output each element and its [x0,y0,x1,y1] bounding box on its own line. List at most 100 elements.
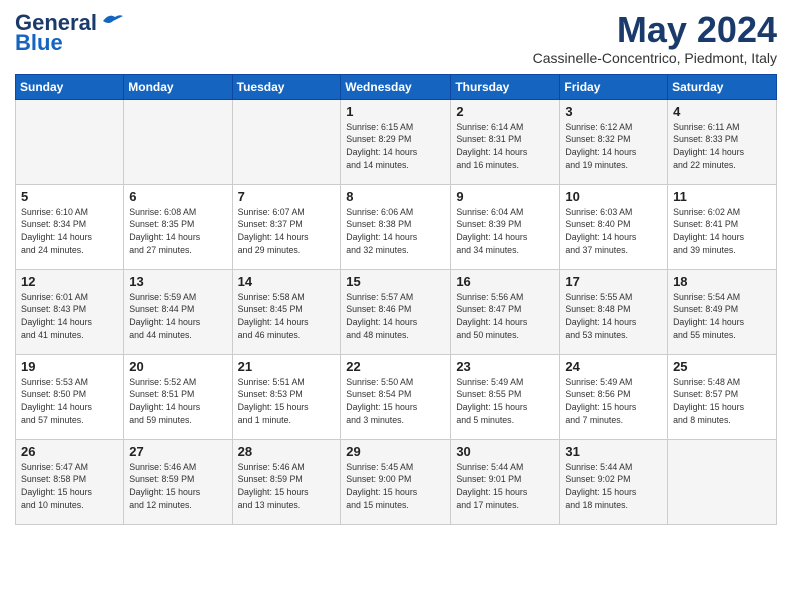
calendar-cell: 17 Sunrise: 5:55 AM Sunset: 8:48 PM Dayli… [560,269,668,354]
calendar-cell: 14Sunrise: 5:58 AM Sunset: 8:45 PM Dayli… [232,269,341,354]
calendar-cell: 3 Sunrise: 6:12 AM Sunset: 8:32 PM Daylig… [560,99,668,184]
day-number: 5 [21,189,118,204]
day-number: 16 [456,274,554,289]
header-monday: Monday [124,74,232,99]
day-number: 13 [129,274,226,289]
day-info: Sunrise: 6:06 AM Sunset: 8:38 PM Dayligh… [346,206,445,257]
calendar-cell: 26 Sunrise: 5:47 AM Sunset: 8:58 PM Dayli… [16,439,124,524]
calendar-week-2: 5 Sunrise: 6:10 AM Sunset: 8:34 PM Daylig… [16,184,777,269]
day-number: 24 [565,359,662,374]
calendar-cell: 8 Sunrise: 6:06 AM Sunset: 8:38 PM Daylig… [341,184,451,269]
day-info: Sunrise: 5:57 AM Sunset: 8:46 PM Dayligh… [346,291,445,342]
day-info: Sunrise: 5:44 AM Sunset: 9:01 PM Dayligh… [456,461,554,512]
day-info: Sunrise: 6:11 AM Sunset: 8:33 PM Dayligh… [673,121,771,172]
day-info: Sunrise: 6:08 AM Sunset: 8:35 PM Dayligh… [129,206,226,257]
calendar-body: 1 Sunrise: 6:15 AM Sunset: 8:29 PM Daylig… [16,99,777,524]
calendar-cell: 27Sunrise: 5:46 AM Sunset: 8:59 PM Dayli… [124,439,232,524]
day-number: 18 [673,274,771,289]
day-number: 10 [565,189,662,204]
day-info: Sunrise: 5:49 AM Sunset: 8:56 PM Dayligh… [565,376,662,427]
calendar-cell [232,99,341,184]
calendar-cell: 6 Sunrise: 6:08 AM Sunset: 8:35 PM Daylig… [124,184,232,269]
header-wednesday: Wednesday [341,74,451,99]
day-info: Sunrise: 5:56 AM Sunset: 8:47 PM Dayligh… [456,291,554,342]
day-number: 20 [129,359,226,374]
header-friday: Friday [560,74,668,99]
calendar-cell: 28 Sunrise: 5:46 AM Sunset: 8:59 PM Dayli… [232,439,341,524]
day-info: Sunrise: 5:55 AM Sunset: 8:48 PM Dayligh… [565,291,662,342]
calendar-week-5: 26 Sunrise: 5:47 AM Sunset: 8:58 PM Dayli… [16,439,777,524]
day-number: 31 [565,444,662,459]
calendar-cell: 9 Sunrise: 6:04 AM Sunset: 8:39 PM Daylig… [451,184,560,269]
calendar-cell: 29Sunrise: 5:45 AM Sunset: 9:00 PM Dayli… [341,439,451,524]
calendar-cell: 10 Sunrise: 6:03 AM Sunset: 8:40 PM Dayli… [560,184,668,269]
day-info: Sunrise: 5:53 AM Sunset: 8:50 PM Dayligh… [21,376,118,427]
day-info: Sunrise: 6:04 AM Sunset: 8:39 PM Dayligh… [456,206,554,257]
day-info: Sunrise: 5:48 AM Sunset: 8:57 PM Dayligh… [673,376,771,427]
calendar-cell: 23 Sunrise: 5:49 AM Sunset: 8:55 PM Dayli… [451,354,560,439]
day-number: 19 [21,359,118,374]
day-number: 17 [565,274,662,289]
day-number: 1 [346,104,445,119]
day-number: 28 [238,444,336,459]
day-info: Sunrise: 5:46 AM Sunset: 8:59 PM Dayligh… [129,461,226,512]
day-info: Sunrise: 6:12 AM Sunset: 8:32 PM Dayligh… [565,121,662,172]
day-info: Sunrise: 5:51 AM Sunset: 8:53 PM Dayligh… [238,376,336,427]
day-number: 11 [673,189,771,204]
day-number: 4 [673,104,771,119]
day-number: 23 [456,359,554,374]
calendar-cell: 12 Sunrise: 6:01 AM Sunset: 8:43 PM Dayli… [16,269,124,354]
day-info: Sunrise: 6:03 AM Sunset: 8:40 PM Dayligh… [565,206,662,257]
calendar-cell: 24 Sunrise: 5:49 AM Sunset: 8:56 PM Dayli… [560,354,668,439]
day-info: Sunrise: 6:10 AM Sunset: 8:34 PM Dayligh… [21,206,118,257]
day-info: Sunrise: 6:14 AM Sunset: 8:31 PM Dayligh… [456,121,554,172]
calendar-cell: 15 Sunrise: 5:57 AM Sunset: 8:46 PM Dayli… [341,269,451,354]
day-number: 30 [456,444,554,459]
calendar-cell: 22 Sunrise: 5:50 AM Sunset: 8:54 PM Dayli… [341,354,451,439]
calendar-week-4: 19 Sunrise: 5:53 AM Sunset: 8:50 PM Dayli… [16,354,777,439]
day-number: 15 [346,274,445,289]
calendar-cell: 11 Sunrise: 6:02 AM Sunset: 8:41 PM Dayli… [668,184,777,269]
day-info: Sunrise: 5:52 AM Sunset: 8:51 PM Dayligh… [129,376,226,427]
header-saturday: Saturday [668,74,777,99]
day-info: Sunrise: 5:58 AM Sunset: 8:45 PM Dayligh… [238,291,336,342]
day-number: 22 [346,359,445,374]
calendar-cell [668,439,777,524]
day-info: Sunrise: 5:46 AM Sunset: 8:59 PM Dayligh… [238,461,336,512]
header-tuesday: Tuesday [232,74,341,99]
calendar-cell: 20 Sunrise: 5:52 AM Sunset: 8:51 PM Dayli… [124,354,232,439]
day-info: Sunrise: 6:01 AM Sunset: 8:43 PM Dayligh… [21,291,118,342]
calendar-header: SundayMondayTuesdayWednesdayThursdayFrid… [16,74,777,99]
header-thursday: Thursday [451,74,560,99]
day-number: 9 [456,189,554,204]
calendar-cell: 4 Sunrise: 6:11 AM Sunset: 8:33 PM Daylig… [668,99,777,184]
calendar-cell: 31Sunrise: 5:44 AM Sunset: 9:02 PM Dayli… [560,439,668,524]
logo-blue: Blue [15,30,63,56]
day-info: Sunrise: 5:59 AM Sunset: 8:44 PM Dayligh… [129,291,226,342]
calendar-cell [16,99,124,184]
location-subtitle: Cassinelle-Concentrico, Piedmont, Italy [533,50,777,66]
day-number: 8 [346,189,445,204]
calendar-week-3: 12 Sunrise: 6:01 AM Sunset: 8:43 PM Dayli… [16,269,777,354]
logo-bird-icon [101,13,123,29]
day-info: Sunrise: 5:50 AM Sunset: 8:54 PM Dayligh… [346,376,445,427]
calendar-cell: 19 Sunrise: 5:53 AM Sunset: 8:50 PM Dayli… [16,354,124,439]
day-info: Sunrise: 5:49 AM Sunset: 8:55 PM Dayligh… [456,376,554,427]
logo: General Blue [15,10,123,56]
day-info: Sunrise: 6:15 AM Sunset: 8:29 PM Dayligh… [346,121,445,172]
day-number: 29 [346,444,445,459]
day-number: 12 [21,274,118,289]
calendar-cell: 16 Sunrise: 5:56 AM Sunset: 8:47 PM Dayli… [451,269,560,354]
day-info: Sunrise: 5:54 AM Sunset: 8:49 PM Dayligh… [673,291,771,342]
day-number: 3 [565,104,662,119]
day-info: Sunrise: 6:02 AM Sunset: 8:41 PM Dayligh… [673,206,771,257]
day-number: 7 [238,189,336,204]
day-number: 2 [456,104,554,119]
day-info: Sunrise: 5:47 AM Sunset: 8:58 PM Dayligh… [21,461,118,512]
page-header: General Blue May 2024 Cassinelle-Concent… [15,10,777,66]
calendar-cell: 25Sunrise: 5:48 AM Sunset: 8:57 PM Dayli… [668,354,777,439]
day-number: 26 [21,444,118,459]
day-number: 6 [129,189,226,204]
calendar-cell: 13 Sunrise: 5:59 AM Sunset: 8:44 PM Dayli… [124,269,232,354]
calendar-cell: 1 Sunrise: 6:15 AM Sunset: 8:29 PM Daylig… [341,99,451,184]
